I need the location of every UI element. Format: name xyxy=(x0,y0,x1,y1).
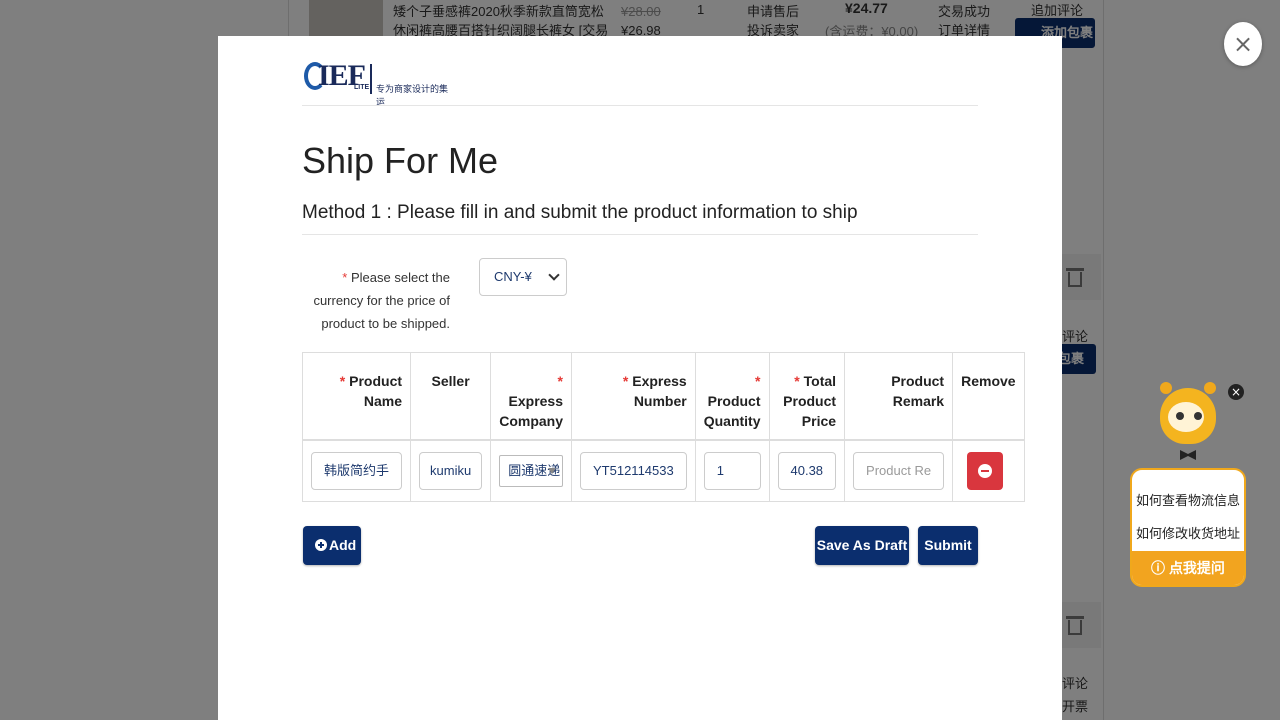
divider xyxy=(302,234,978,235)
quantity-input[interactable]: 1 xyxy=(703,452,761,490)
required-mark: * xyxy=(342,270,348,285)
divider xyxy=(302,105,978,106)
header-quantity: * Product Quantity xyxy=(694,352,770,441)
header-express-company: * Express Company xyxy=(490,352,572,441)
table-header-row: * Product Name Seller * Express Company … xyxy=(301,352,1025,441)
plus-circle-icon xyxy=(315,539,327,551)
currency-label-text: Please select the currency for the price… xyxy=(313,270,450,331)
remove-row-button[interactable] xyxy=(967,452,1004,490)
logo-sub: LITE xyxy=(354,84,370,91)
mascot-icon[interactable] xyxy=(1158,380,1218,468)
widget-close-icon[interactable]: × xyxy=(1228,384,1244,400)
minus-circle-icon xyxy=(978,464,993,478)
express-number-input[interactable]: YT512114533 xyxy=(580,452,687,490)
ship-for-me-modal: IEF LITE 专为商家设计的集运 Ship For Me Method 1 … xyxy=(218,36,1062,720)
seller-input[interactable]: kumiku xyxy=(419,452,483,490)
save-draft-button[interactable]: Save As Draft xyxy=(815,526,909,565)
total-price-input[interactable]: 40.38 xyxy=(777,452,837,490)
header-remove: Remove xyxy=(952,352,1025,441)
help-card: 如何查看物流信息 如何修改收货地址 ⓘ 点我提问 xyxy=(1130,468,1246,587)
page-title: Ship For Me xyxy=(302,140,499,181)
product-name-input[interactable]: 韩版简约手 xyxy=(311,452,403,490)
ask-label: 点我提问 xyxy=(1168,560,1225,576)
add-row-button[interactable]: Add xyxy=(303,526,361,565)
header-seller: Seller xyxy=(410,352,492,441)
table-row: 韩版简约手 kumiku 圆通速递 YT512114533 1 40.38 Pr… xyxy=(301,439,1025,502)
chevron-down-icon xyxy=(548,269,560,281)
currency-label: * Please select the currency for the pri… xyxy=(304,266,450,335)
product-table: * Product Name Seller * Express Company … xyxy=(301,352,1025,502)
remark-input[interactable]: Product Re xyxy=(853,452,945,490)
express-company-select[interactable]: 圆通速递 xyxy=(499,455,563,487)
submit-button[interactable]: Submit xyxy=(918,526,978,565)
help-question-address[interactable]: 如何修改收货地址 xyxy=(1136,523,1240,542)
help-question-logistics[interactable]: 如何查看物流信息 xyxy=(1136,490,1240,509)
currency-select[interactable]: CNY-¥ xyxy=(479,258,567,296)
currency-value: CNY-¥ xyxy=(494,269,532,284)
help-widget: × 如何查看物流信息 如何修改收货地址 ⓘ 点我提问 xyxy=(1130,380,1246,587)
brand-logo: IEF LITE 专为商家设计的集运 xyxy=(304,59,454,108)
method-heading: Method 1 : Please fill in and submit the… xyxy=(302,202,858,223)
header-product-name: * Product Name xyxy=(301,352,412,441)
add-label: Add xyxy=(329,537,357,553)
dropdown-arrow-icon xyxy=(548,468,556,474)
header-total-price: * Total Product Price xyxy=(768,352,846,441)
help-circle-icon: ⓘ xyxy=(1151,560,1169,576)
ask-question-button[interactable]: ⓘ 点我提问 xyxy=(1132,551,1244,585)
header-remark: Product Remark xyxy=(844,352,954,441)
header-express-number: * Express Number xyxy=(571,352,696,441)
close-icon[interactable]: × xyxy=(1224,22,1262,66)
